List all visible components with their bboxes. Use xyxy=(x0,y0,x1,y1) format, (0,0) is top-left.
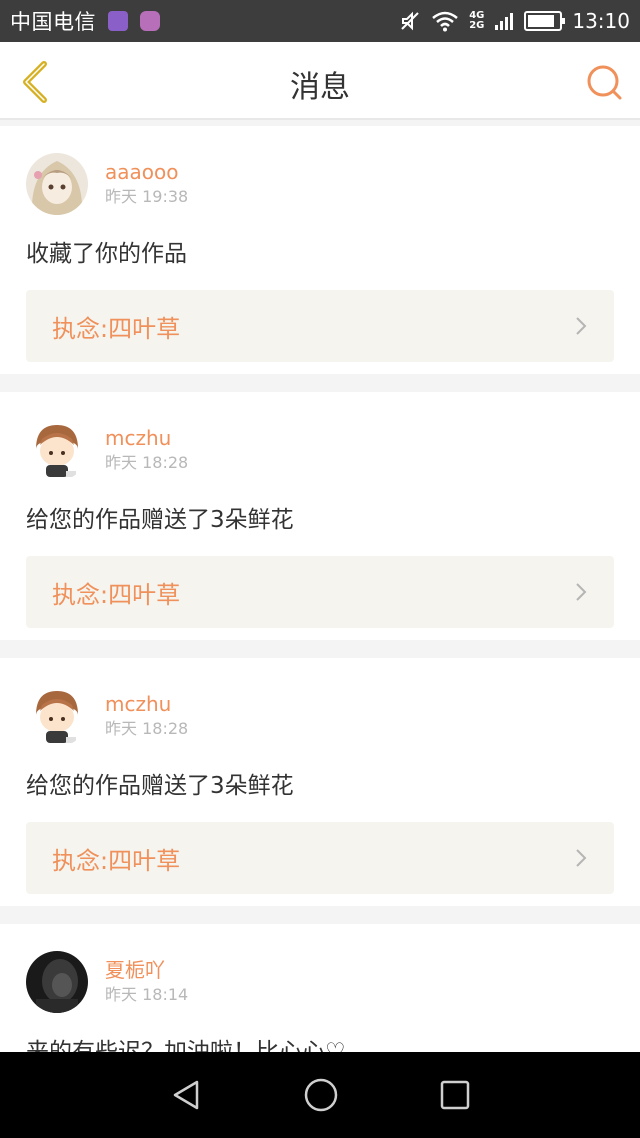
battery-icon xyxy=(524,11,566,31)
page-title: 消息 xyxy=(290,70,350,105)
chevron-right-icon xyxy=(576,583,587,601)
username[interactable]: mczhu xyxy=(105,691,188,717)
timestamp: 昨天 18:28 xyxy=(105,453,189,472)
message-text: 收藏了你的作品 xyxy=(26,241,187,267)
work-title: 执念:四叶草 xyxy=(52,580,181,609)
clock: 13:10 xyxy=(572,9,630,33)
carrier-label: 中国电信 xyxy=(10,10,96,34)
girl-avatar[interactable] xyxy=(26,153,88,215)
message-card: mczhu 昨天 18:28 给您的作品赠送了3朵鲜花 执念:四叶草 xyxy=(0,392,640,640)
message-card: mczhu 昨天 18:28 给您的作品赠送了3朵鲜花 执念:四叶草 xyxy=(0,658,640,906)
message-text: 来的有些迟？加油啦！比心心♡ xyxy=(26,1039,346,1052)
work-link[interactable]: 执念:四叶草 xyxy=(26,556,614,628)
wifi-icon xyxy=(432,11,458,32)
home-circle-icon[interactable] xyxy=(303,1077,339,1113)
recents-square-icon[interactable] xyxy=(439,1079,471,1111)
work-link[interactable]: 执念:四叶草 xyxy=(26,822,614,894)
message-list[interactable]: aaaooo 昨天 19:38 收藏了你的作品 执念:四叶草 mczhu 昨天 … xyxy=(0,126,640,1052)
status-right: 4G 2G 13:10 xyxy=(399,9,630,33)
chevron-right-icon xyxy=(576,849,587,867)
message-card: aaaooo 昨天 19:38 收藏了你的作品 执念:四叶草 xyxy=(0,126,640,374)
app-notification-icon xyxy=(140,11,160,31)
timestamp: 昨天 18:28 xyxy=(105,719,189,738)
gallery-notification-icon xyxy=(108,11,128,31)
username[interactable]: 夏栀吖 xyxy=(105,957,188,983)
mute-icon xyxy=(401,11,419,31)
app-header: 消息 xyxy=(0,42,640,120)
system-nav-bar xyxy=(0,1052,640,1138)
message-text: 给您的作品赠送了3朵鲜花 xyxy=(26,773,294,799)
chevron-right-icon xyxy=(576,317,587,335)
status-bar: 中国电信 4G 2G 13:10 xyxy=(0,0,640,42)
username[interactable]: mczhu xyxy=(105,425,188,451)
boy-avatar[interactable] xyxy=(26,685,88,747)
network-type: 4G 2G xyxy=(469,10,485,31)
message-text: 给您的作品赠送了3朵鲜花 xyxy=(26,507,294,533)
timestamp: 昨天 18:14 xyxy=(105,985,189,1004)
back-triangle-icon[interactable] xyxy=(169,1078,203,1112)
signal-icon xyxy=(495,13,514,30)
message-card: 夏栀吖 昨天 18:14 来的有些迟？加油啦！比心心♡ xyxy=(0,924,640,1052)
boy-avatar[interactable] xyxy=(26,419,88,481)
work-title: 执念:四叶草 xyxy=(52,846,181,875)
username[interactable]: aaaooo xyxy=(105,159,188,185)
work-link[interactable]: 执念:四叶草 xyxy=(26,290,614,362)
search-icon[interactable] xyxy=(584,62,624,102)
timestamp: 昨天 19:38 xyxy=(105,187,189,206)
work-title: 执念:四叶草 xyxy=(52,314,181,343)
dark-avatar[interactable] xyxy=(26,951,88,1013)
